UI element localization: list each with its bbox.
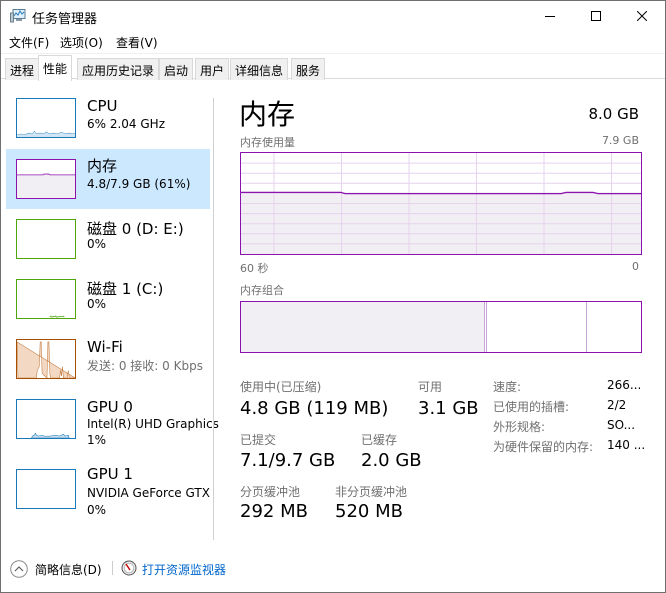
hardware-reserved-label: 为硬件保留的内存:: [493, 440, 594, 454]
sidebar-item-disk-1[interactable]: 磁盘 1 (C:) 0%: [6, 273, 210, 333]
memory-title: 内存: [87, 157, 118, 175]
available-value: 3.1 GB: [418, 398, 479, 419]
gpu0-model-text: Intel(R) UHD Graphics: [87, 417, 219, 431]
form-factor-label: 外形规格:: [493, 420, 546, 434]
wifi-throughput-text: 发送: 0 接收: 0 Kbps: [87, 359, 203, 373]
close-icon: [637, 11, 647, 21]
minimize-button[interactable]: [527, 1, 573, 31]
tab-performance[interactable]: 性能: [38, 55, 73, 81]
graph-time-end-label: 0: [632, 260, 639, 273]
disk0-title: 磁盘 0 (D: E:): [87, 220, 184, 238]
title-bar: 任务管理器: [1, 1, 665, 31]
cached-value: 2.0 GB: [361, 450, 422, 471]
disk0-usage-text: 0%: [87, 237, 107, 251]
speed-label: 速度:: [493, 380, 522, 394]
footer: 简略信息(D) 打开资源监视器: [1, 553, 665, 583]
wifi-title: Wi-Fi: [87, 338, 123, 356]
disk1-thumbnail-line: [49, 315, 65, 318]
disk1-title: 磁盘 1 (C:): [87, 280, 164, 298]
window-title: 任务管理器: [32, 12, 98, 27]
menu-view[interactable]: 查看(V): [116, 34, 158, 51]
resource-monitor-icon: [121, 560, 137, 576]
sidebar-item-cpu[interactable]: CPU 6% 2.04 GHz: [6, 92, 210, 152]
maximize-button[interactable]: [573, 1, 619, 31]
gpu1-thumbnail-graph: [16, 469, 76, 509]
usage-area-fill: [241, 192, 641, 254]
tab-processes[interactable]: 进程: [5, 58, 40, 80]
paged-pool-label: 分页缓冲池: [240, 485, 301, 499]
composition-standby-segment[interactable]: [487, 302, 587, 352]
nonpaged-pool-value: 520 MB: [335, 501, 403, 522]
available-label: 可用: [418, 380, 443, 394]
nonpaged-pool-label: 非分页缓冲池: [335, 485, 408, 499]
memory-usage-label: 内存使用量: [240, 136, 295, 149]
memory-usage-graph: [240, 152, 642, 255]
memory-thumbnail-line: [17, 173, 75, 176]
sidebar-item-gpu-1[interactable]: GPU 1 NVIDIA GeForce GTX 0%: [6, 461, 210, 521]
maximize-icon: [591, 11, 601, 21]
sidebar-item-gpu-0[interactable]: GPU 0 Intel(R) UHD Graphics 1%: [6, 393, 219, 453]
hardware-reserved-value: 140 ...: [607, 438, 646, 452]
gpu0-title: GPU 0: [87, 398, 133, 416]
memory-total: 8.0 GB: [588, 105, 639, 123]
sidebar-item-wifi[interactable]: Wi-Fi 发送: 0 接收: 0 Kbps: [6, 333, 210, 393]
menu-bar: 文件(F) 选项(O) 查看(V): [1, 32, 665, 52]
wifi-thumbnail-area: [17, 341, 75, 378]
composition-free-segment[interactable]: [587, 302, 641, 352]
tab-services[interactable]: 服务: [291, 58, 326, 80]
cpu-thumbnail-graph: [16, 98, 76, 138]
minimize-icon: [545, 16, 555, 17]
disk1-usage-text: 0%: [87, 297, 107, 311]
sidebar-item-memory[interactable]: 内存 4.8/7.9 GB (61%): [6, 149, 210, 209]
in-use-value: 4.8 GB (119 MB): [240, 398, 389, 419]
committed-value: 7.1/9.7 GB: [240, 450, 336, 471]
disk0-thumbnail-graph: [16, 219, 76, 259]
memory-composition-label: 内存组合: [240, 284, 284, 297]
memory-usage-max-label: 7.9 GB: [601, 134, 639, 147]
footer-separator: [112, 561, 113, 575]
tab-bar: 进程 性能 应用历史记录 启动 用户 详细信息 服务: [1, 53, 665, 81]
fewer-details-label: 简略信息(D): [35, 563, 102, 577]
menu-options[interactable]: 选项(O): [60, 34, 103, 51]
gpu1-usage-text: 0%: [87, 503, 107, 517]
gpu1-model-text: NVIDIA GeForce GTX: [87, 486, 210, 500]
task-manager-app-icon: [10, 9, 26, 23]
open-resource-monitor-link[interactable]: 打开资源监视器: [142, 561, 226, 578]
chevron-up-circle-icon: [10, 560, 28, 578]
speed-value: 266...: [607, 378, 642, 392]
gpu1-title: GPU 1: [87, 465, 133, 483]
memory-usage-text: 4.8/7.9 GB (61%): [87, 177, 191, 191]
tab-startup[interactable]: 启动: [159, 58, 194, 80]
paged-pool-value: 292 MB: [240, 501, 308, 522]
gpu0-thumbnail-graph: [16, 399, 76, 439]
form-factor-value: SO...: [607, 418, 636, 432]
in-use-label: 使用中(已压缩): [240, 380, 322, 394]
disk1-thumbnail-graph: [16, 279, 76, 319]
tab-users[interactable]: 用户: [195, 58, 230, 80]
cached-label: 已缓存: [361, 433, 398, 447]
cpu-usage-text: 6% 2.04 GHz: [87, 117, 166, 131]
task-manager-window: 任务管理器 文件(F) 选项(O) 查看(V) 进程 性能 应用历史记录 启动 …: [0, 0, 666, 593]
graph-time-start-label: 60 秒: [240, 262, 269, 275]
tab-details[interactable]: 详细信息: [230, 58, 289, 80]
committed-label: 已提交: [240, 433, 277, 447]
close-button[interactable]: [619, 1, 665, 31]
slots-used-value: 2/2: [607, 398, 627, 412]
memory-thumbnail-graph: [16, 159, 76, 199]
cpu-title: CPU: [87, 97, 118, 115]
gpu0-thumbnail-area: [31, 432, 70, 438]
gpu0-usage-text: 1%: [87, 433, 107, 447]
slots-used-label: 已使用的插槽:: [493, 400, 570, 414]
composition-in-use-segment[interactable]: [241, 302, 485, 352]
tab-app-history[interactable]: 应用历史记录: [77, 58, 160, 80]
sidebar-item-disk-0[interactable]: 磁盘 0 (D: E:) 0%: [6, 213, 210, 273]
wifi-thumbnail-graph: [16, 339, 76, 379]
menu-file[interactable]: 文件(F): [9, 34, 49, 51]
memory-composition-bar: [240, 301, 642, 353]
sidebar-divider[interactable]: [213, 98, 214, 540]
main-title: 内存: [239, 98, 296, 131]
